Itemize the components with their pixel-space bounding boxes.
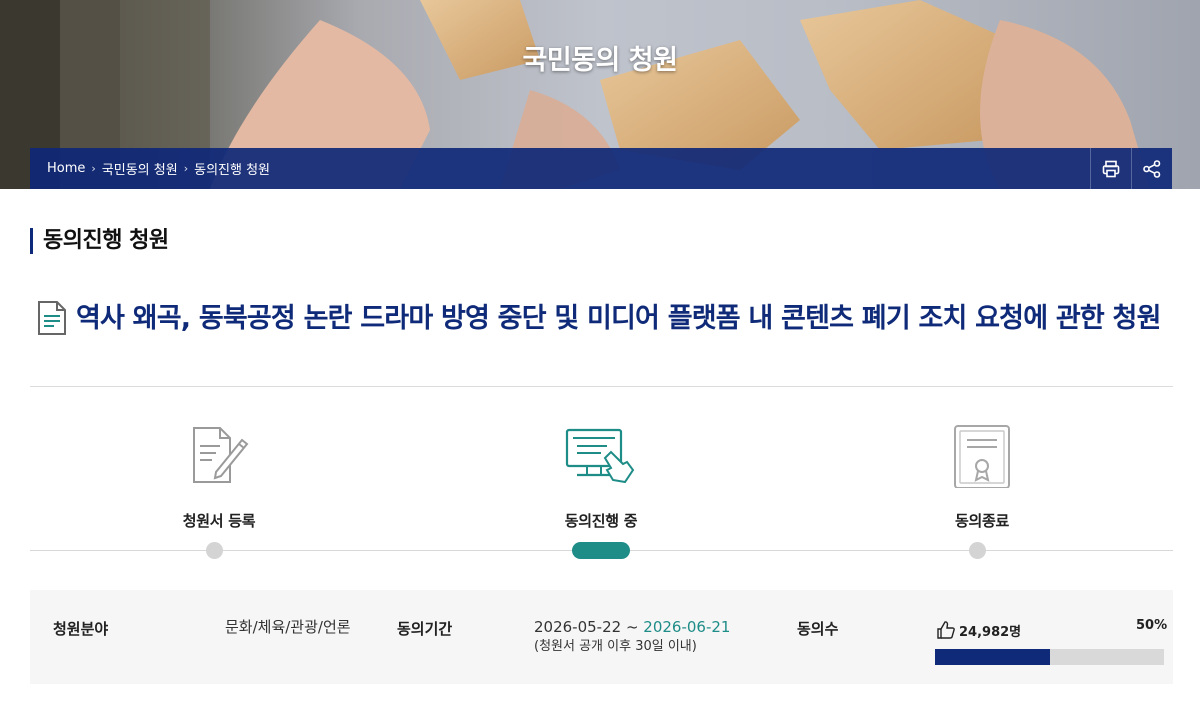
step-in-progress: 동의진행 중 xyxy=(501,422,701,531)
petition-header: 역사 왜곡, 동북공정 논란 드라마 방영 중단 및 미디어 플랫폼 내 콘텐츠… xyxy=(36,300,1172,337)
section-title: 동의진행 청원 xyxy=(30,228,169,254)
step-label: 동의진행 중 xyxy=(564,512,638,530)
step-dot-ended xyxy=(969,542,986,559)
divider xyxy=(30,386,1173,387)
step-ended: 동의종료 xyxy=(882,422,1082,531)
step-registered: 청원서 등록 xyxy=(119,422,319,531)
period-label: 동의기간 xyxy=(397,620,453,638)
step-label: 동의종료 xyxy=(954,512,1009,530)
breadcrumb-current[interactable]: 동의진행 청원 xyxy=(194,159,270,178)
breadcrumb-bar: Home › 국민동의 청원 › 동의진행 청원 xyxy=(30,148,1172,189)
period-start: 2026-05-22 xyxy=(534,618,622,636)
computer-click-icon xyxy=(565,428,635,484)
chevron-right-icon: › xyxy=(91,162,96,175)
step-dot-registered xyxy=(206,542,223,559)
petition-title: 역사 왜곡, 동북공정 논란 드라마 방영 중단 및 미디어 플랫폼 내 콘텐츠… xyxy=(76,303,1161,334)
category-label: 청원분야 xyxy=(53,620,109,638)
breadcrumb: Home › 국민동의 청원 › 동의진행 청원 xyxy=(30,159,270,178)
period-end: 2026-06-21 xyxy=(643,618,731,636)
agree-progress-fill xyxy=(935,649,1050,665)
step-dot-in-progress xyxy=(572,542,630,559)
agree-progress-bar xyxy=(935,649,1164,665)
chevron-right-icon: › xyxy=(183,162,189,175)
period-value: 2026-05-22 ~ 2026-06-21 (청원서 공개 이후 30일 이… xyxy=(534,618,794,656)
thumbs-up-icon xyxy=(937,621,955,639)
agree-label: 동의수 xyxy=(797,620,839,638)
document-icon xyxy=(38,301,66,335)
agree-count-wrap: 24,982명 xyxy=(936,620,1021,640)
period-separator: ~ xyxy=(621,618,644,636)
breadcrumb-home[interactable]: Home xyxy=(47,161,85,176)
petition-info-panel: 청원분야 문화/체육/관광/언론 동의기간 2026-05-22 ~ 2026-… xyxy=(30,590,1173,684)
period-note: (청원서 공개 이후 30일 이내) xyxy=(534,639,697,654)
agree-count: 24,982명 xyxy=(959,624,1022,640)
hero-banner: 국민동의 청원 Home › 국민동의 청원 › 동의진행 청원 xyxy=(0,0,1200,189)
share-button[interactable] xyxy=(1131,148,1172,189)
share-icon xyxy=(1143,159,1161,178)
print-icon xyxy=(1102,160,1120,177)
breadcrumb-tools xyxy=(1090,148,1172,189)
agree-percent: 50% xyxy=(1136,618,1168,633)
hero-title: 국민동의 청원 xyxy=(522,45,678,76)
category-value: 문화/체육/관광/언론 xyxy=(225,618,351,636)
document-write-icon xyxy=(193,427,249,483)
certificate-icon xyxy=(954,425,1010,488)
breadcrumb-petitions[interactable]: 국민동의 청원 xyxy=(102,159,178,178)
step-label: 청원서 등록 xyxy=(182,512,256,530)
print-button[interactable] xyxy=(1090,148,1131,189)
